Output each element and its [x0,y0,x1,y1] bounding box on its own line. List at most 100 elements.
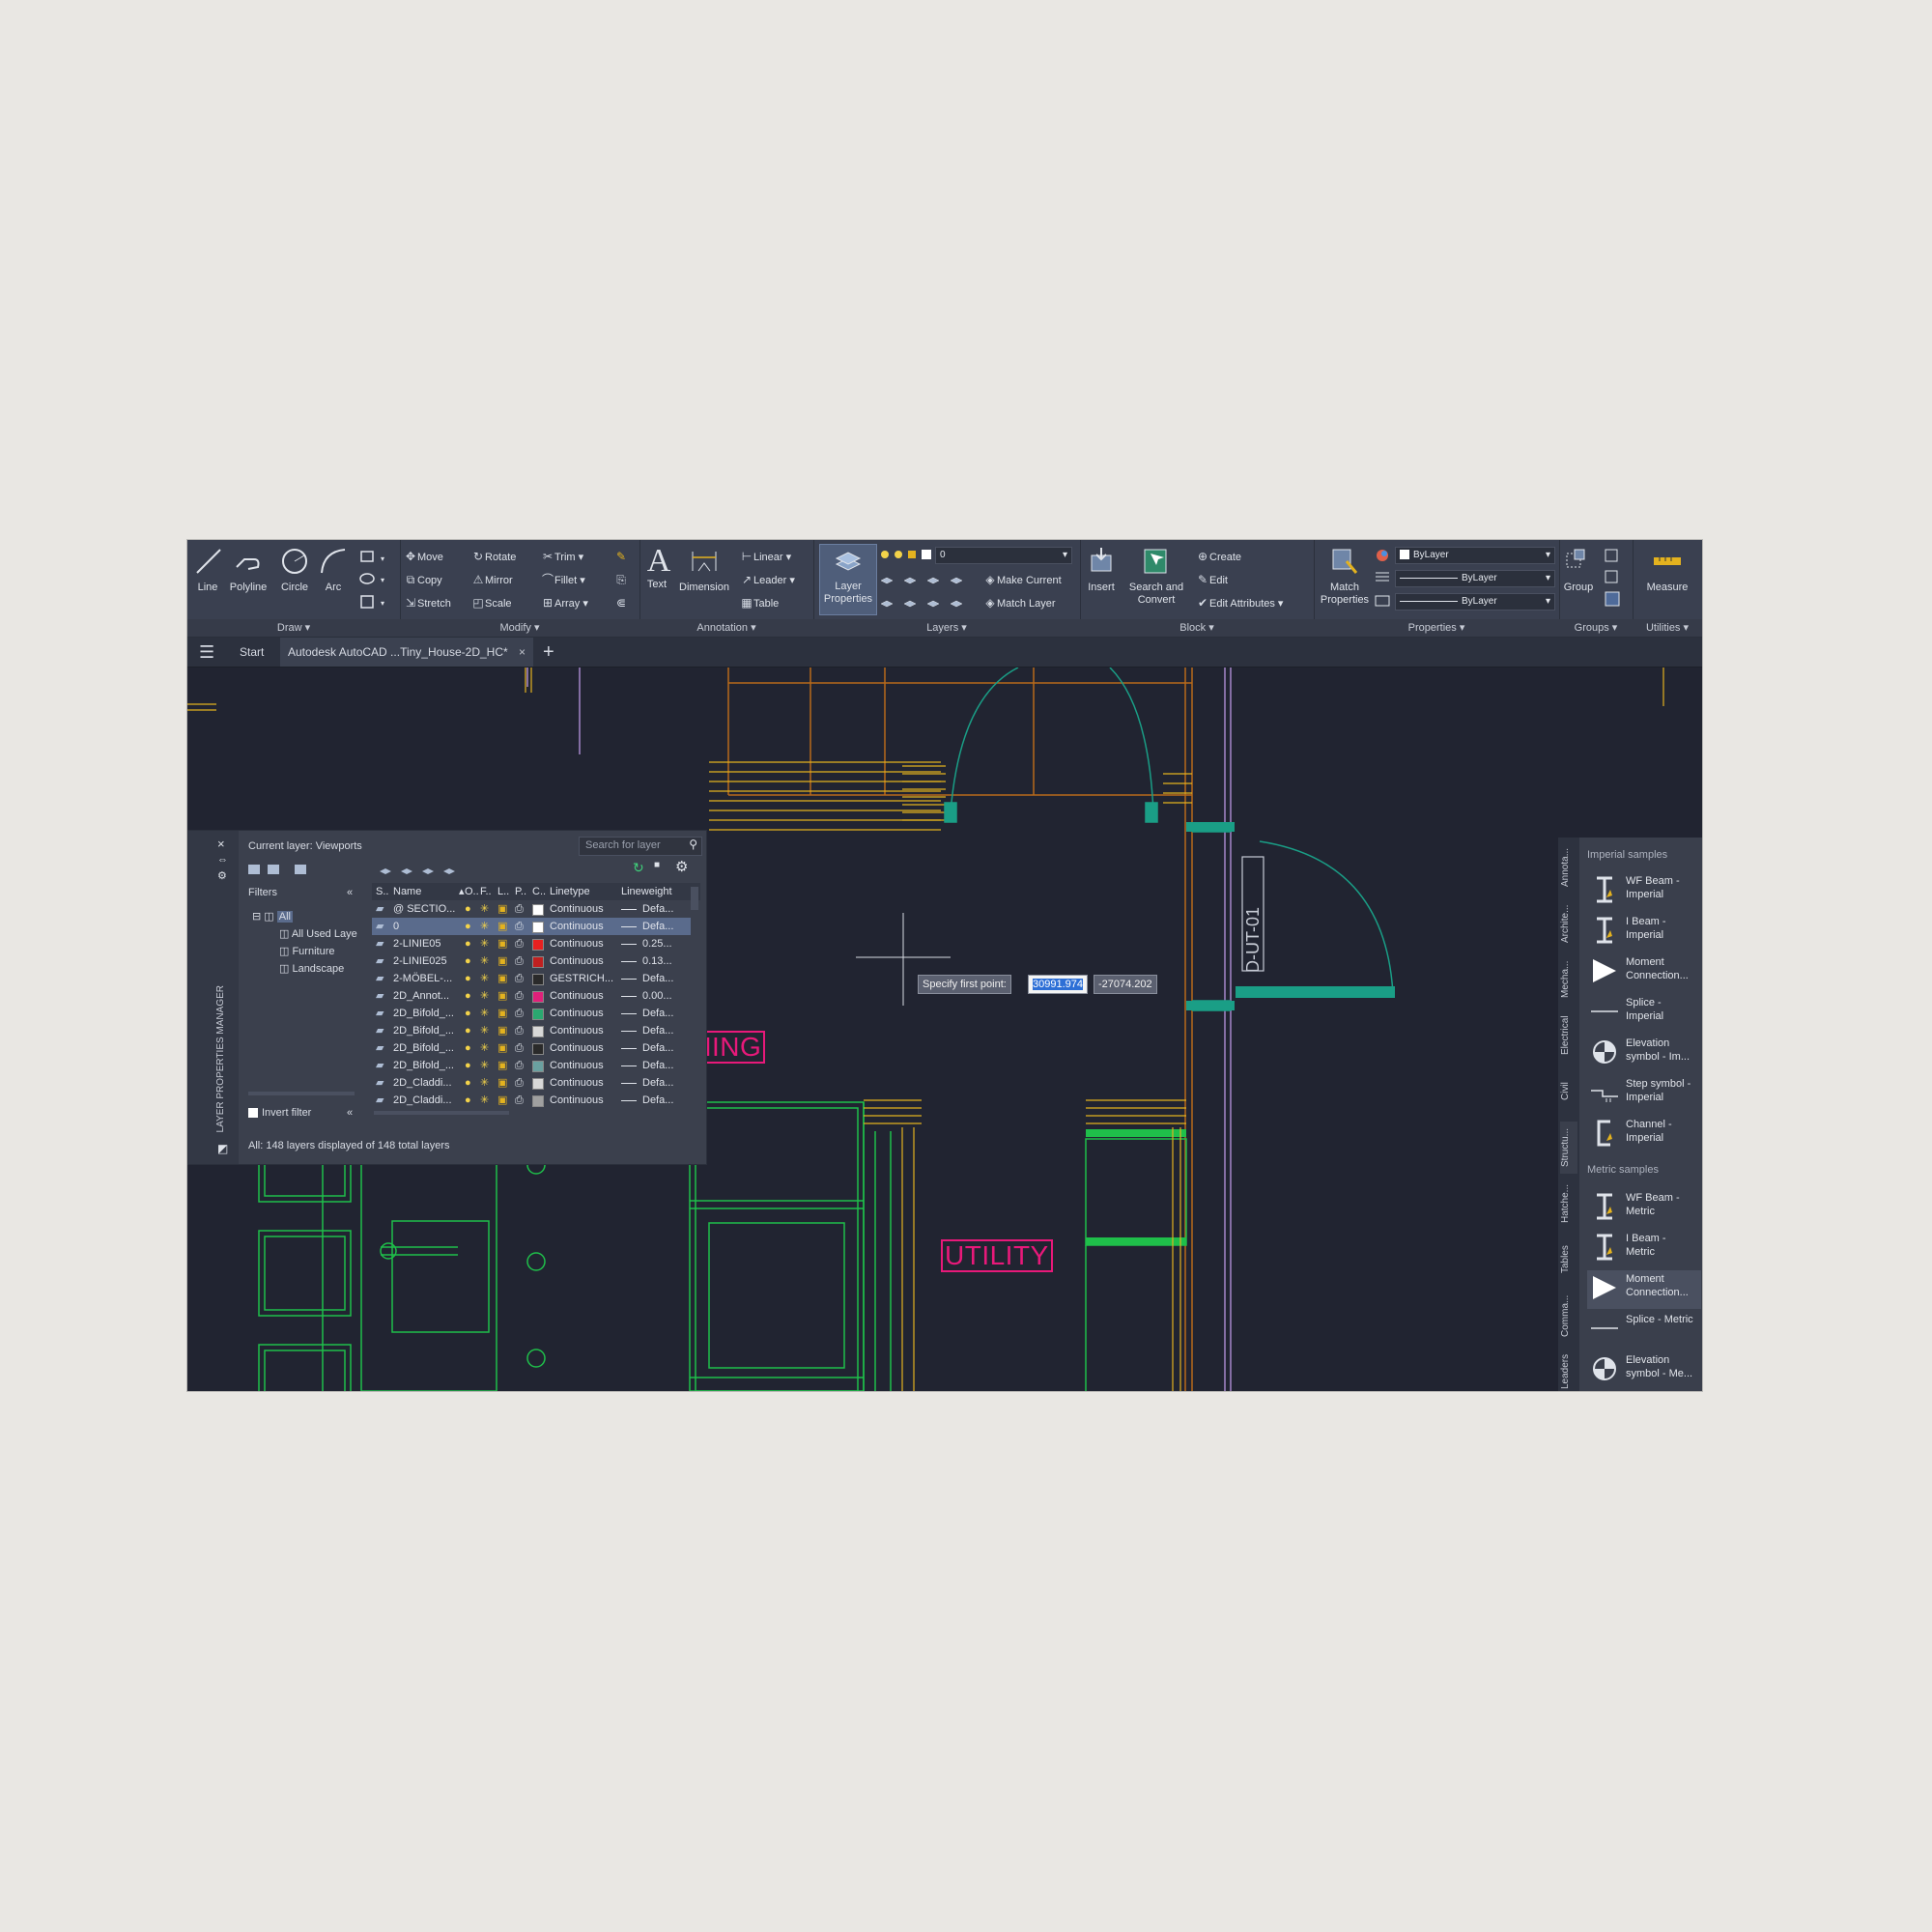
layer-linetype[interactable]: Continuous [550,918,604,935]
layer-plot-icon[interactable]: ⎙ [515,900,524,918]
draw-small-tools-icon[interactable]: ▾ ▾ ▾ [359,548,394,613]
layer-freeze-icon[interactable]: ✳ [480,970,489,987]
lpm-close-icon[interactable]: × [217,837,225,851]
layer-freeze-icon[interactable]: ✳ [480,1005,489,1022]
layer-settings-gear-icon[interactable]: ⚙ [675,858,688,875]
group-button[interactable]: Group [1561,546,1596,593]
collapse-filter-panel-icon[interactable]: « [347,1107,353,1119]
layer-on-icon[interactable]: ● [465,1039,471,1057]
tool-palette-item[interactable]: Moment Connection... [1587,1270,1701,1309]
copy-button[interactable]: ⧉ Copy [404,570,442,589]
array-button[interactable]: ⊞ Array ▾ [541,593,588,612]
filter-tree-all[interactable]: ⊟ ◫ All [252,910,293,923]
polyline-button[interactable]: Polyline [226,546,270,593]
layer-on-icon[interactable]: ● [465,970,471,987]
layer-lineweight[interactable]: 0.00... [642,987,672,1005]
layer-linetype[interactable]: Continuous [550,1005,604,1022]
layer-states-icon[interactable]: ■ [654,860,660,870]
draw-title[interactable]: Draw ▾ [187,619,400,637]
layer-lock-icon[interactable]: ▣ [497,900,507,918]
filter-scrollbar[interactable] [248,1092,355,1095]
layer-search-input[interactable]: Search for layer ⚲ [579,837,702,856]
layer-on-icon[interactable]: ● [465,1057,471,1074]
tab-start[interactable]: Start [240,638,264,667]
layer-row[interactable]: ▰ 2D_Claddi... ● ✳ ▣ ⎙ Continuous Defa... [372,1074,691,1092]
layer-freeze-icon[interactable]: ✳ [480,1092,489,1109]
tool-palette-tab[interactable]: Structu... [1560,1122,1577,1174]
layer-plot-icon[interactable]: ⎙ [515,952,524,970]
color-combo[interactable]: ByLayer ▾ [1395,547,1555,564]
mirror-button[interactable]: ⚠ Mirror [471,570,513,589]
layer-freeze-icon[interactable]: ✳ [480,1022,489,1039]
filter-tree-furniture[interactable]: ◫ Furniture [279,945,334,957]
layer-on-icon[interactable]: ● [465,1074,471,1092]
groups-small-icons[interactable] [1602,546,1629,610]
layer-lock-icon[interactable]: ▣ [497,1022,507,1039]
layer-color-swatch[interactable] [532,991,544,1003]
layer-linetype[interactable]: Continuous [550,1022,604,1039]
filter-toolbar-icons[interactable] [246,862,324,877]
layer-row[interactable]: ▰ 2D_Bifold_... ● ✳ ▣ ⎙ Continuous Defa... [372,1005,691,1022]
rotate-button[interactable]: ↻ Rotate [471,547,516,566]
layer-plot-icon[interactable]: ⎙ [515,1022,524,1039]
layer-lineweight[interactable]: Defa... [642,1092,673,1109]
layer-color-swatch[interactable] [532,922,544,933]
linetype-combo[interactable]: ByLayer ▾ [1395,570,1555,587]
layer-freeze-icon[interactable]: ✳ [480,1074,489,1092]
tool-palette-item[interactable]: WF Beam - Imperial [1587,872,1701,911]
layer-freeze-icon[interactable]: ✳ [480,900,489,918]
lineweight-combo[interactable]: ByLayer ▾ [1395,593,1555,611]
layers-title[interactable]: Layers ▾ [813,619,1080,637]
layer-freeze-icon[interactable]: ✳ [480,987,489,1005]
layer-lineweight[interactable]: Defa... [642,918,673,935]
filter-tree-used[interactable]: ◫ All Used Laye [279,927,357,940]
layer-plot-icon[interactable]: ⎙ [515,918,524,935]
layer-row[interactable]: ▰ 2D_Bifold_... ● ✳ ▣ ⎙ Continuous Defa... [372,1039,691,1057]
layer-lock-icon[interactable]: ▣ [497,970,507,987]
layer-color-swatch[interactable] [532,974,544,985]
layer-lineweight[interactable]: Defa... [642,1039,673,1057]
layer-on-icon[interactable]: ● [465,952,471,970]
layer-on-icon[interactable]: ● [465,935,471,952]
trim-button[interactable]: ✂ Trim ▾ [541,547,583,566]
tool-palette-tab[interactable]: Civil [1560,1065,1577,1118]
layer-lock-icon[interactable]: ▣ [497,935,507,952]
layer-lineweight[interactable]: Defa... [642,970,673,987]
layer-lineweight[interactable]: Defa... [642,1005,673,1022]
layer-lock-icon[interactable]: ▣ [497,1092,507,1109]
layer-linetype[interactable]: Continuous [550,987,604,1005]
tool-palette-item[interactable]: Elevation symbol - Im... [1587,1035,1701,1073]
tool-palette-item[interactable]: Moment Connection... [1587,953,1701,992]
insert-button[interactable]: Insert [1084,546,1119,593]
layer-plot-icon[interactable]: ⎙ [515,1005,524,1022]
layer-color-swatch[interactable] [532,939,544,951]
scale-button[interactable]: ◰Scale [471,593,511,612]
layer-lock-icon[interactable]: ▣ [497,918,507,935]
layer-color-swatch[interactable] [532,1043,544,1055]
table-button[interactable]: ▦Table [740,593,779,612]
collapse-filters-icon[interactable]: « [347,887,353,898]
leader-button[interactable]: ↗ Leader ▾ [740,570,795,589]
filter-tree-landscape[interactable]: ◫ Landscape [279,962,344,975]
layer-combo[interactable]: 0 ▾ [935,547,1072,564]
text-button[interactable]: A Text [643,545,671,591]
explode-tool[interactable]: ⋐ [614,593,628,612]
layer-row[interactable]: ▰ 2D_Annot... ● ✳ ▣ ⎙ Continuous 0.00... [372,987,691,1005]
search-convert-button[interactable]: Search and Convert [1122,546,1190,607]
layer-row[interactable]: ▰ 2-LINIE05 ● ✳ ▣ ⎙ Continuous 0.25... [372,935,691,952]
layer-linetype[interactable]: Continuous [550,952,604,970]
layer-table-scrollbar[interactable] [691,887,698,910]
layer-plot-icon[interactable]: ⎙ [515,935,524,952]
tool-palette-tab[interactable]: Comma... [1560,1290,1577,1342]
layer-tool-icons[interactable] [879,571,980,617]
layer-color-swatch[interactable] [532,1026,544,1037]
tool-palette-item[interactable]: I Beam - Imperial [1587,913,1701,952]
layer-linetype[interactable]: Continuous [550,900,604,918]
layer-table-hscrollbar[interactable] [374,1111,509,1115]
dimension-button[interactable]: Dimension [674,546,734,593]
close-tab-icon[interactable]: × [519,645,526,659]
layer-color-swatch[interactable] [532,1095,544,1107]
layer-lineweight[interactable]: 0.25... [642,935,672,952]
tool-palette-tab[interactable]: Annota... [1560,841,1577,894]
move-button[interactable]: ✥ Move [404,547,443,566]
